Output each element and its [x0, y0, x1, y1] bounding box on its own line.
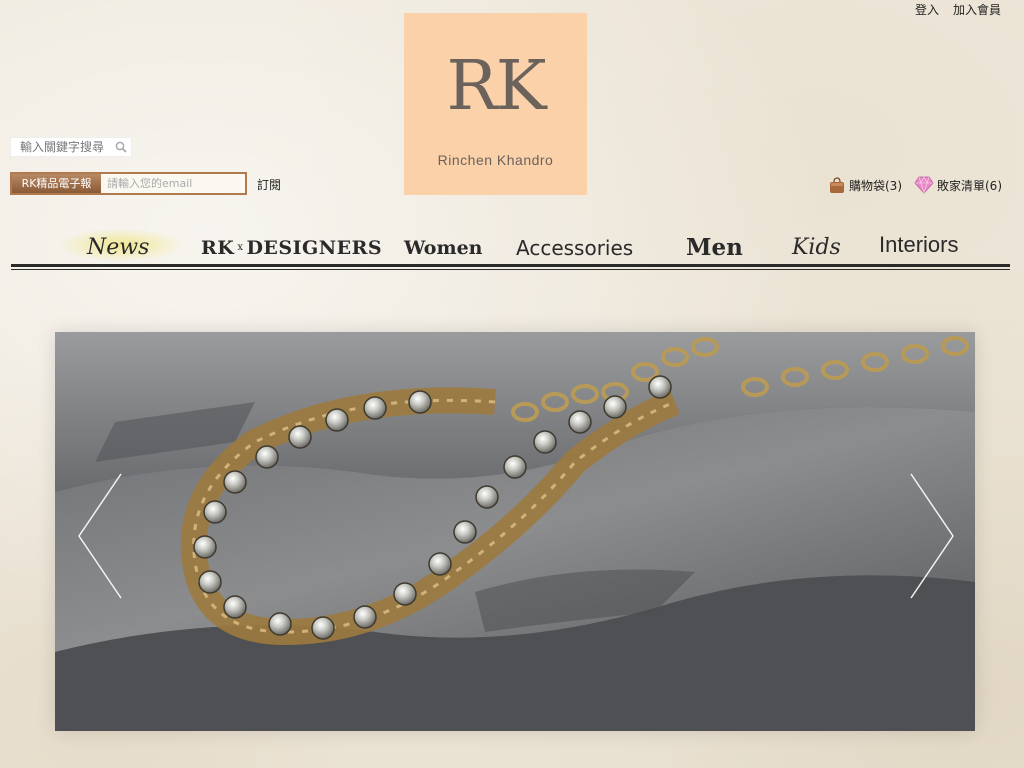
nav-women[interactable]: Women: [404, 237, 482, 259]
chevron-left-icon[interactable]: [77, 472, 123, 600]
newsletter-signup: RK精品電子報: [10, 172, 247, 195]
nav-interiors[interactable]: Interiors: [879, 232, 958, 258]
nav-rk-designers[interactable]: RK x DESIGNERS: [201, 237, 382, 259]
logo-brand-name: Rinchen Khandro: [437, 152, 554, 168]
cart-link[interactable]: 購物袋(3): [828, 176, 902, 194]
site-logo[interactable]: RK Rinchen Khandro: [404, 13, 587, 195]
nav-designers-label: DESIGNERS: [246, 237, 383, 259]
logo-mark: RK: [446, 47, 547, 126]
hero-slider: [55, 332, 975, 731]
nav-divider-thick: [11, 264, 1010, 267]
shop-links: 購物袋(3) 敗家清單(6): [816, 176, 1002, 194]
newsletter-email-input[interactable]: [107, 175, 237, 192]
join-member-link[interactable]: 加入會員: [953, 3, 1001, 17]
diamond-icon: [914, 176, 934, 194]
search-box: [10, 137, 132, 157]
login-link[interactable]: 登入: [915, 3, 939, 17]
hero-image: [55, 332, 975, 731]
search-input[interactable]: [20, 140, 110, 154]
nav-men[interactable]: Men: [686, 234, 743, 261]
top-account-links: 登入 加入會員: [901, 1, 1001, 18]
wishlist-label: 敗家清單(6): [937, 178, 1002, 193]
nav-divider-thin: [11, 269, 1010, 270]
main-nav: News RK x DESIGNERS Women Accessories Men …: [11, 224, 1010, 264]
search-icon[interactable]: [115, 141, 127, 153]
nav-x-label: x: [237, 242, 244, 253]
chevron-right-icon[interactable]: [909, 472, 955, 600]
cart-label: 購物袋(3): [849, 178, 902, 193]
wishlist-link[interactable]: 敗家清單(6): [914, 176, 1002, 194]
nav-kids[interactable]: Kids: [792, 235, 841, 260]
shopping-bag-icon: [830, 177, 844, 193]
nav-news[interactable]: News: [87, 235, 149, 260]
newsletter-label: RK精品電子報: [12, 174, 101, 193]
nav-rk-label: RK: [201, 237, 235, 259]
subscribe-button[interactable]: 訂閱: [257, 176, 281, 193]
nav-accessories[interactable]: Accessories: [516, 236, 633, 260]
